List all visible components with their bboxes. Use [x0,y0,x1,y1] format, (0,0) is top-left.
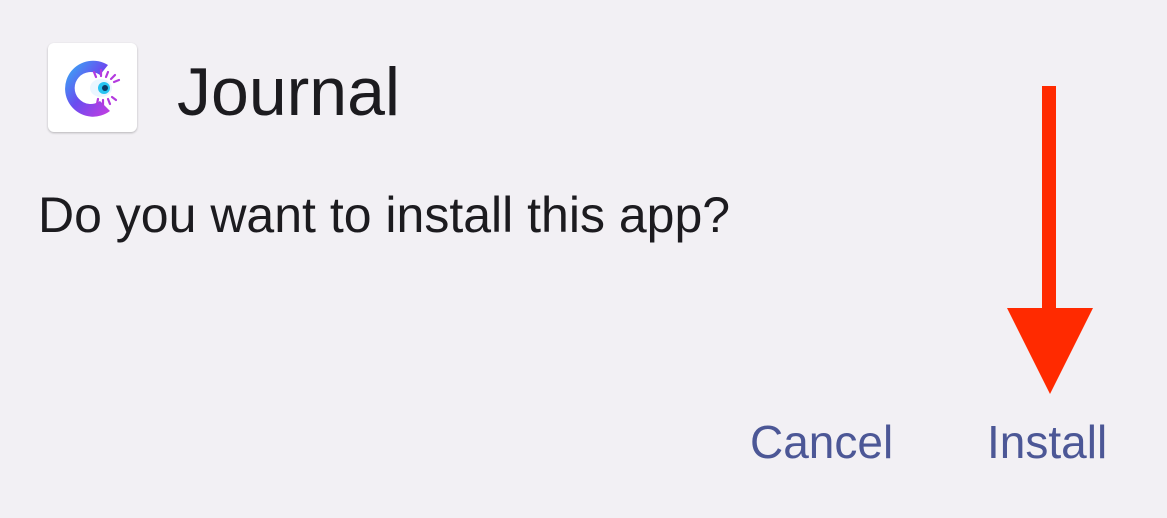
arrow-down-icon [1007,86,1093,394]
install-question: Do you want to install this app? [38,187,731,243]
cancel-button[interactable]: Cancel [750,410,893,474]
journal-logo-icon [64,60,120,117]
app-name: Journal [177,54,401,130]
install-dialog: Journal Do you want to install this app?… [0,0,1167,518]
journal-app-icon [48,43,137,132]
install-button[interactable]: Install [987,410,1107,474]
